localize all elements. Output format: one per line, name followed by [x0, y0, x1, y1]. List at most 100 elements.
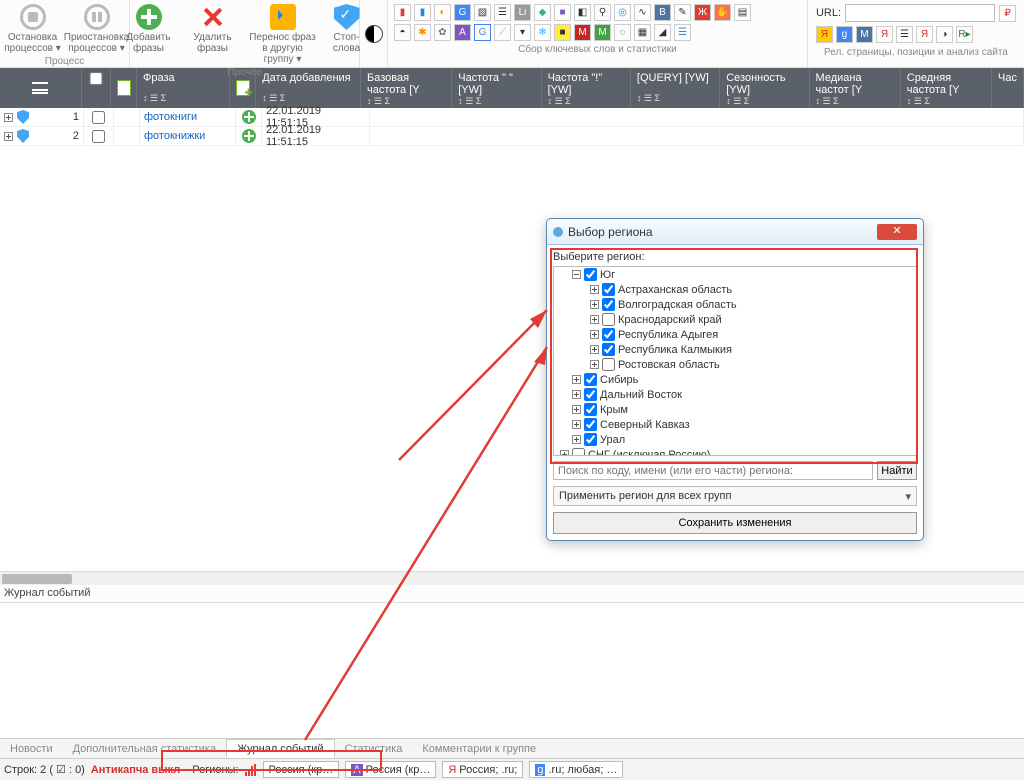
expander-icon[interactable]	[4, 113, 13, 122]
ruble-icon[interactable]: ₽	[999, 5, 1016, 22]
col-phrase[interactable]: Фраза↕ ☰ Σ	[137, 68, 230, 108]
tile-icon[interactable]: Ж	[694, 4, 711, 21]
tile-icon[interactable]: ◢	[654, 24, 671, 41]
tree-checkbox[interactable]	[584, 403, 597, 416]
add-phrase-icon[interactable]	[242, 110, 256, 124]
delete-phrases-button[interactable]: Удалить фразы	[184, 4, 242, 54]
tile-icon[interactable]: ✎	[674, 4, 691, 21]
add-phrase-icon[interactable]	[242, 129, 256, 143]
tree-checkbox[interactable]	[602, 343, 615, 356]
col-settings[interactable]	[0, 68, 82, 108]
tile-icon[interactable]: ■	[554, 24, 571, 41]
tree-toggle-icon[interactable]	[590, 315, 599, 324]
add-phrases-button[interactable]: Добавить фразы	[120, 4, 178, 54]
stop-process-button[interactable]: Остановка процессов ▾	[4, 4, 62, 54]
tile-icon[interactable]: ⟋	[494, 24, 511, 41]
tile-icon[interactable]: Я	[916, 26, 933, 43]
tree-checkbox[interactable]	[602, 358, 615, 371]
tree-checkbox[interactable]	[602, 328, 615, 341]
header-checkbox[interactable]	[88, 72, 104, 85]
tile-icon[interactable]: Я	[816, 26, 833, 43]
tile-icon[interactable]: ◑	[936, 26, 953, 43]
region-chip[interactable]: g.ru; любая; …	[529, 761, 623, 778]
tree-toggle-icon[interactable]	[590, 330, 599, 339]
tile-icon[interactable]: ◐	[434, 4, 451, 21]
tile-icon[interactable]: М	[594, 24, 611, 41]
tree-toggle-icon[interactable]	[590, 300, 599, 309]
r-icon[interactable]: R▸	[956, 26, 973, 43]
tile-icon[interactable]: ◎	[614, 4, 631, 21]
tile-icon[interactable]: M	[856, 26, 873, 43]
tile-icon[interactable]: ▦	[634, 24, 651, 41]
col-query[interactable]: [QUERY] [YW]↕ ☰ Σ	[631, 68, 720, 108]
tile-icon[interactable]: g	[836, 26, 853, 43]
tree-checkbox[interactable]	[602, 298, 615, 311]
tile-icon[interactable]: ☰	[494, 4, 511, 21]
tab-extra-stats[interactable]: Дополнительная статистика	[63, 740, 227, 758]
tile-icon[interactable]: ☰	[896, 26, 913, 43]
tree-toggle-icon[interactable]	[560, 450, 569, 456]
contrast-toggle[interactable]	[360, 0, 388, 67]
tree-toggle-icon[interactable]	[572, 405, 581, 414]
tile-icon[interactable]: ∿	[634, 4, 651, 21]
col-avg[interactable]: Средняя частота [Y↕ ☰ Σ	[901, 68, 992, 108]
tile-icon[interactable]: ▮	[414, 4, 431, 21]
tile-icon[interactable]: ▾	[514, 24, 531, 41]
dialog-titlebar[interactable]: Выбор региона ✕	[547, 219, 923, 245]
tile-icon[interactable]: ✋	[714, 4, 731, 21]
tree-toggle-icon[interactable]	[590, 345, 599, 354]
tree-checkbox[interactable]	[602, 283, 615, 296]
tree-toggle-icon[interactable]	[590, 285, 599, 294]
tile-icon[interactable]: В	[654, 4, 671, 21]
tile-icon[interactable]: ✿	[434, 24, 451, 41]
tree-checkbox[interactable]	[584, 433, 597, 446]
col-freq2[interactable]: Частота " " [YW]↕ ☰ Σ	[452, 68, 541, 108]
tree-checkbox[interactable]	[584, 418, 597, 431]
close-button[interactable]: ✕	[877, 224, 917, 240]
tab-news[interactable]: Новости	[0, 740, 63, 758]
row-checkbox[interactable]	[92, 111, 105, 124]
tile-icon[interactable]: ◆	[534, 4, 551, 21]
row-checkbox[interactable]	[92, 130, 105, 143]
h-scrollbar[interactable]	[0, 571, 1024, 585]
tree-checkbox[interactable]	[584, 373, 597, 386]
region-tree[interactable]: Юг Астраханская область Волгоградская об…	[553, 266, 917, 456]
tile-icon[interactable]: ▤	[734, 4, 751, 21]
tile-icon[interactable]: ◌	[614, 24, 631, 41]
col-last[interactable]: Час	[992, 68, 1024, 108]
tree-toggle-icon[interactable]	[572, 375, 581, 384]
tile-icon[interactable]: ✱	[414, 24, 431, 41]
tree-checkbox[interactable]	[584, 268, 597, 281]
table-row[interactable]: 1 фотокниги 22.01.2019 11:51:15	[0, 108, 1024, 127]
col-median[interactable]: Медиана частот [Y↕ ☰ Σ	[810, 68, 901, 108]
tile-icon[interactable]: ◧	[574, 4, 591, 21]
search-button[interactable]: Найти	[877, 461, 917, 480]
tile-icon[interactable]: ▧	[474, 4, 491, 21]
tree-toggle-icon[interactable]	[572, 390, 581, 399]
tab-log[interactable]: Журнал событий	[226, 739, 334, 758]
tree-checkbox[interactable]	[584, 388, 597, 401]
scroll-thumb[interactable]	[2, 574, 72, 584]
col-season[interactable]: Сезонность [YW]↕ ☰ Σ	[720, 68, 809, 108]
tile-icon[interactable]: ❄	[534, 24, 551, 41]
tile-icon[interactable]: G	[474, 24, 491, 41]
tile-icon[interactable]: М	[574, 24, 591, 41]
col-checkbox[interactable]	[82, 68, 111, 108]
tree-toggle-icon[interactable]	[590, 360, 599, 369]
phrase-link[interactable]: фотокнижки	[140, 127, 236, 145]
pause-process-button[interactable]: Приостановка процессов ▾	[68, 4, 126, 54]
phrase-link[interactable]: фотокниги	[140, 108, 236, 126]
apply-all-combo[interactable]: Применить регион для всех групп	[553, 486, 917, 506]
tree-checkbox[interactable]	[572, 448, 585, 456]
tile-icon[interactable]: ▮	[394, 4, 411, 21]
tile-icon[interactable]: ⚲	[594, 4, 611, 21]
region-chip[interactable]: Россия (кр…	[263, 761, 340, 778]
tree-toggle-icon[interactable]	[572, 420, 581, 429]
region-chip[interactable]: ЯРоссия; .ru;	[442, 761, 523, 778]
tab-comments[interactable]: Комментарии к группе	[412, 740, 546, 758]
tile-icon[interactable]: ◓	[394, 24, 411, 41]
url-input[interactable]	[845, 4, 995, 22]
tree-toggle-icon[interactable]	[572, 435, 581, 444]
tile-icon[interactable]: ■	[554, 4, 571, 21]
move-phrases-button[interactable]: Перенос фраз в другую группу ▾	[248, 4, 318, 65]
